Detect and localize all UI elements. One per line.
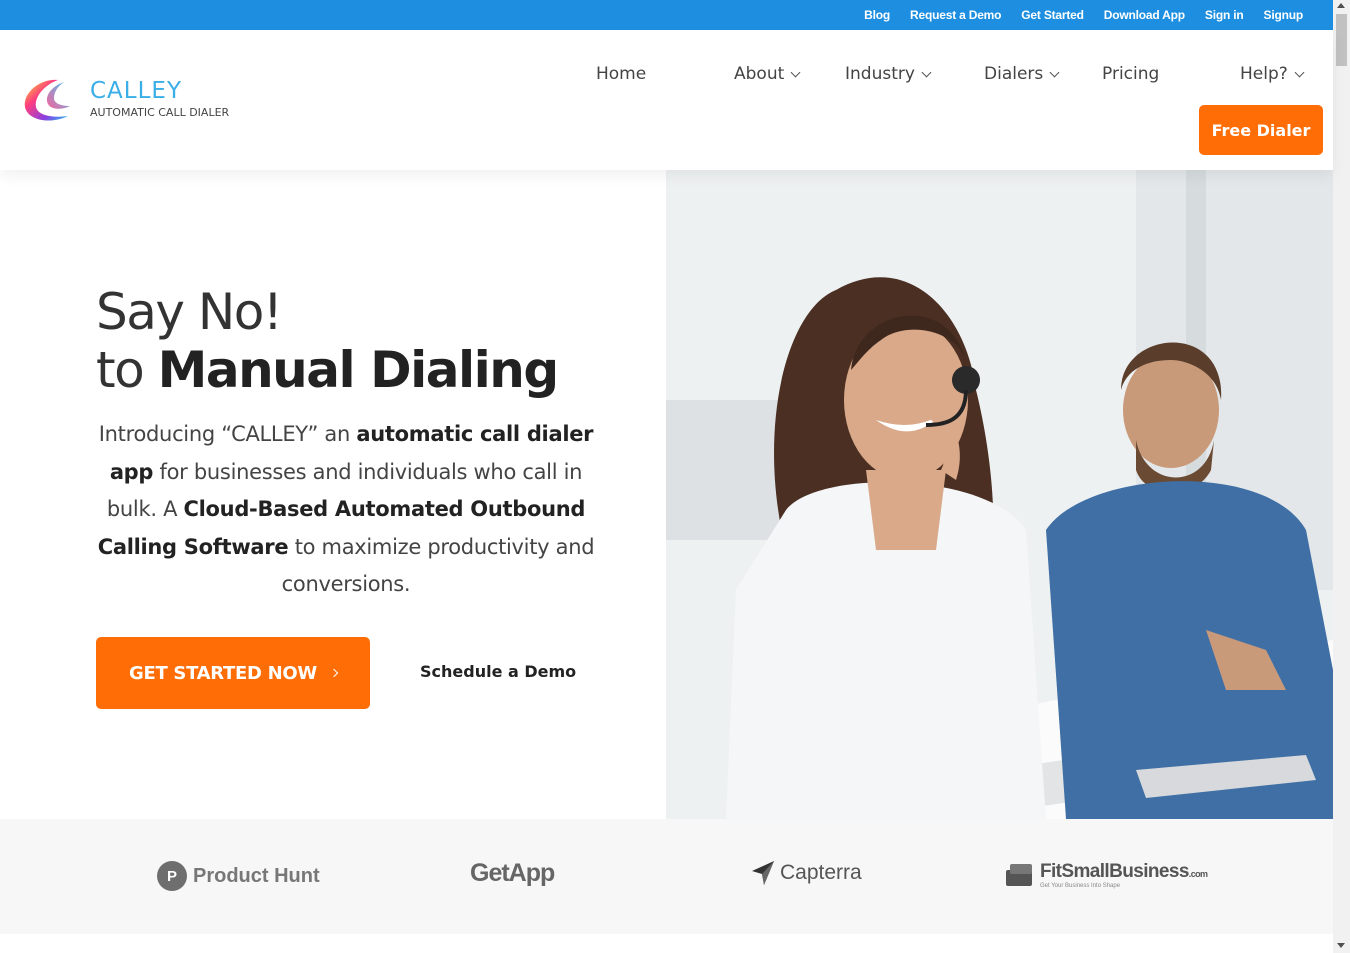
product-hunt-label: Product Hunt [193,864,320,887]
download-app-link[interactable]: Download App [1104,8,1185,22]
intro-part-1: Introducing “CALLEY” an [98,422,357,446]
get-started-now-button[interactable]: GET STARTED NOW [96,637,370,709]
call-center-photo [666,170,1333,819]
nav-pricing-label: Pricing [1102,64,1160,84]
capterra-logo[interactable]: Capterra [752,861,862,885]
chevron-down-icon [921,67,932,77]
fitsmallbusiness-icon [1006,864,1032,886]
scroll-down-icon[interactable] [1337,943,1345,948]
nav-about[interactable]: About [734,64,801,84]
hero-title-bold: Manual Dialing [157,341,560,399]
nav-home[interactable]: Home [596,64,646,84]
nav-help-label: Help? [1240,64,1288,84]
fitsmallbusiness-suffix: .com [1188,869,1208,879]
product-hunt-logo[interactable]: P Product Hunt [157,861,320,891]
fitsmallbusiness-tagline: Get Your Business Into Shape [1040,883,1121,889]
scroll-up-icon[interactable] [1337,3,1345,8]
free-dialer-button[interactable]: Free Dialer [1199,105,1323,155]
chevron-right-icon [329,668,339,678]
hero-title-prefix: to [96,341,158,399]
nav-dialers[interactable]: Dialers [984,64,1060,84]
hero-image [666,170,1333,819]
nav-dialers-label: Dialers [984,64,1044,84]
site-header: CALLEY AUTOMATIC CALL DIALER Home About … [0,30,1333,170]
chevron-down-icon [1049,67,1060,77]
nav-home-label: Home [596,64,647,84]
fitsmallbusiness-logo[interactable]: FitSmallBusiness.com Get Your Business I… [1006,861,1208,889]
request-demo-link[interactable]: Request a Demo [910,8,1001,22]
fitsmallbusiness-label: FitSmallBusiness [1040,861,1189,882]
top-links: Blog Request a Demo Get Started Download… [864,0,1303,30]
getapp-logo[interactable]: GetApp [470,859,555,888]
sign-in-link[interactable]: Sign in [1205,8,1244,22]
hero-intro: Introducing “CALLEY” an automatic call d… [96,416,596,604]
hero-section: Say No! to Manual Dialing Introducing “C… [0,170,666,819]
hero-title-line2: to Manual Dialing [96,341,560,399]
nav-help[interactable]: Help? [1240,64,1305,84]
calley-logo[interactable]: CALLEY AUTOMATIC CALL DIALER [18,74,258,130]
getapp-label: GetApp [470,859,555,887]
page-scrollbar[interactable] [1333,0,1350,953]
fitsmallbusiness-name: FitSmallBusiness.com [1040,861,1208,883]
brand-name: CALLEY [90,78,183,104]
get-started-link[interactable]: Get Started [1021,8,1084,22]
scroll-thumb[interactable] [1336,14,1347,66]
chevron-down-icon [790,67,801,77]
nav-about-label: About [734,64,785,84]
calley-logo-icon [24,79,70,121]
capterra-label: Capterra [780,861,862,884]
hero-title-line1: Say No! [96,283,283,341]
blog-link[interactable]: Blog [864,8,890,22]
nav-industry[interactable]: Industry [845,64,932,84]
product-hunt-icon: P [157,861,187,891]
top-utility-bar: Blog Request a Demo Get Started Download… [0,0,1333,30]
schedule-demo-link[interactable]: Schedule a Demo [420,662,576,681]
signup-link[interactable]: Signup [1264,8,1304,22]
capterra-icon [752,861,774,885]
fitsmallbusiness-text: FitSmallBusiness.com Get Your Business I… [1040,861,1208,889]
intro-part-3: to maximize productivity and conversions… [281,534,595,597]
cta-label: GET STARTED NOW [129,662,317,684]
nav-pricing[interactable]: Pricing [1102,64,1159,84]
nav-industry-label: Industry [845,64,915,84]
chevron-down-icon [1294,67,1305,77]
brand-tagline: AUTOMATIC CALL DIALER [90,106,230,119]
review-logos-strip: P Product Hunt GetApp Capterra FitSmallB… [0,819,1333,934]
